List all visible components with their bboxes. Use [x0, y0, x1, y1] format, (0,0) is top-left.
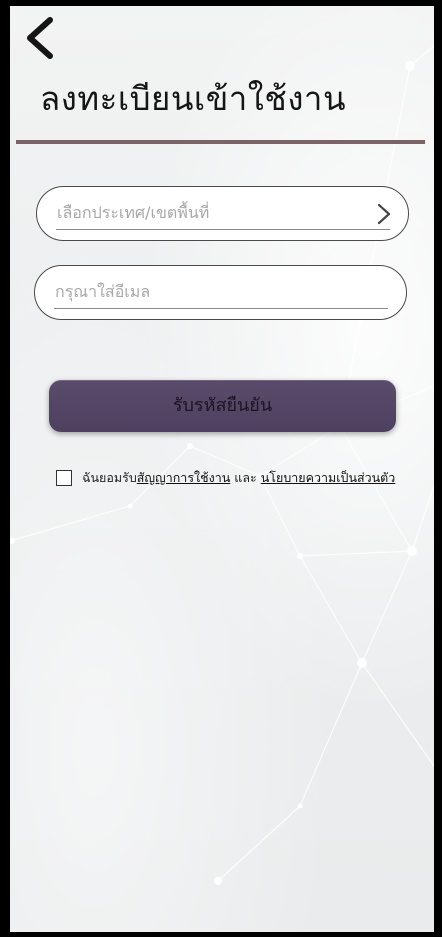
agreement-row: ฉันยอมรับ สัญญาการใช้งาน และ นโยบายความเ…: [56, 468, 395, 488]
agreement-conjunction: และ: [234, 470, 257, 485]
terms-of-use-link[interactable]: สัญญาการใช้งาน: [137, 468, 231, 488]
region-select[interactable]: เลือกประเทศ/เขตพื้นที่: [36, 186, 409, 241]
agreement-checkbox[interactable]: [56, 470, 72, 486]
privacy-policy-link[interactable]: นโยบายความเป็นส่วนตัว: [261, 468, 396, 488]
agreement-prefix: ฉันยอมรับ: [82, 470, 137, 485]
back-button[interactable]: [18, 12, 60, 64]
registration-screen: ลงทะเบียนเข้าใช้งาน เลือกประเทศ/เขตพื้นท…: [10, 6, 434, 932]
region-select-underline: [56, 229, 390, 230]
email-field-container: [34, 265, 407, 320]
region-select-placeholder: เลือกประเทศ/เขตพื้นที่: [57, 203, 210, 222]
email-field-underline: [54, 308, 388, 309]
get-verification-code-button[interactable]: รับรหัสยืนยัน: [49, 380, 396, 432]
email-field[interactable]: [55, 278, 385, 304]
chevron-left-icon: [27, 17, 53, 59]
page-title: ลงทะเบียนเข้าใช้งาน: [40, 79, 347, 118]
title-divider: [16, 140, 425, 144]
chevron-right-icon: [377, 203, 391, 225]
